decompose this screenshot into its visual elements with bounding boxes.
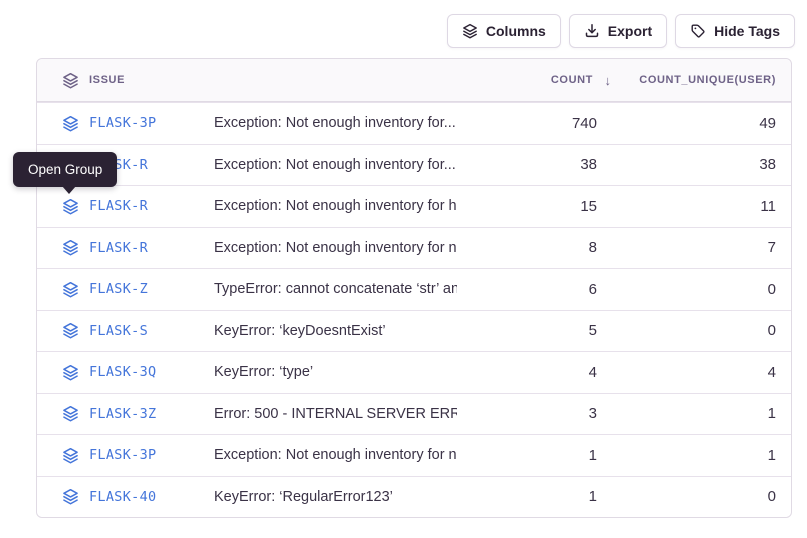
- issue-link[interactable]: FLASK-3Z: [89, 406, 156, 422]
- stack-icon[interactable]: [61, 405, 79, 423]
- issue-link[interactable]: FLASK-R: [89, 240, 148, 256]
- columns-button-label: Columns: [486, 23, 546, 39]
- issue-title: Exception: Not enough inventory for...: [214, 115, 457, 131]
- count-unique-value: 0: [597, 488, 791, 505]
- issue-link[interactable]: FLASK-Z: [89, 281, 148, 297]
- hide-tags-button[interactable]: Hide Tags: [675, 14, 795, 48]
- stack-icon[interactable]: [61, 197, 79, 215]
- issue-link[interactable]: FLASK-3P: [89, 447, 156, 463]
- count-value: 4: [457, 364, 597, 381]
- export-button[interactable]: Export: [569, 14, 667, 48]
- issue-link[interactable]: FLASK-3Q: [89, 364, 156, 380]
- count-unique-value: 0: [597, 322, 791, 339]
- issue-header-label: ISSUE: [89, 74, 125, 86]
- issue-link[interactable]: FLASK-R: [89, 198, 148, 214]
- stack-icon[interactable]: [61, 322, 79, 340]
- issue-link[interactable]: FLASK-3P: [89, 115, 156, 131]
- table-row: FLASK-R Exception: Not enough inventory …: [37, 185, 791, 227]
- table-row: FLASK-3P Exception: Not enough inventory…: [37, 102, 791, 144]
- discover-results-page: Columns Export Hide Tags ISSUE COUNT ↓ C…: [0, 0, 807, 538]
- table-header: ISSUE COUNT ↓ COUNT_UNIQUE(USER): [37, 59, 791, 102]
- table-row: FLASK-R Exception: Not enough inventory …: [37, 227, 791, 269]
- issue-link[interactable]: FLASK-40: [89, 489, 156, 505]
- table-row: FLASK-3Z Error: 500 - INTERNAL SERVER ER…: [37, 393, 791, 435]
- count-value: 740: [457, 115, 597, 132]
- table-row: FLASK-S KeyError: ‘keyDoesntExist’ 5 0: [37, 310, 791, 352]
- count-unique-value: 38: [597, 156, 791, 173]
- toolbar: Columns Export Hide Tags: [447, 14, 795, 48]
- open-group-tooltip: Open Group: [13, 152, 117, 187]
- count-value: 15: [457, 198, 597, 215]
- count-unique-value: 0: [597, 281, 791, 298]
- table-row: FLASK-3P Exception: Not enough inventory…: [37, 434, 791, 476]
- count-value: 1: [457, 447, 597, 464]
- count-value: 6: [457, 281, 597, 298]
- tooltip-label: Open Group: [28, 162, 102, 177]
- results-table: ISSUE COUNT ↓ COUNT_UNIQUE(USER) FLASK-3…: [36, 58, 792, 518]
- count-unique-value: 7: [597, 239, 791, 256]
- stack-icon: [462, 23, 478, 39]
- issue-link[interactable]: FLASK-S: [89, 323, 148, 339]
- issue-column-header[interactable]: ISSUE: [37, 71, 214, 89]
- stack-icon[interactable]: [61, 114, 79, 132]
- table-row: FLASK-3Q KeyError: ‘type’ 4 4: [37, 351, 791, 393]
- issue-title: Exception: Not enough inventory for n...: [214, 240, 457, 256]
- stack-icon[interactable]: [61, 488, 79, 506]
- count-unique-column-header[interactable]: COUNT_UNIQUE(USER): [597, 74, 791, 86]
- stack-icon[interactable]: [61, 446, 79, 464]
- table-row: FLASK-R Exception: Not enough inventory …: [37, 144, 791, 186]
- count-value: 8: [457, 239, 597, 256]
- table-row: FLASK-40 KeyError: ‘RegularError123’ 1 0: [37, 476, 791, 518]
- count-column-header[interactable]: COUNT ↓: [457, 73, 597, 88]
- issue-title: KeyError: ‘type’: [214, 364, 457, 380]
- issue-title: KeyError: ‘RegularError123’: [214, 489, 457, 505]
- count-header-label: COUNT: [551, 74, 593, 86]
- issue-title: Exception: Not enough inventory for n...: [214, 447, 457, 463]
- count-value: 5: [457, 322, 597, 339]
- count-value: 38: [457, 156, 597, 173]
- issue-title: KeyError: ‘keyDoesntExist’: [214, 323, 457, 339]
- count-unique-value: 4: [597, 364, 791, 381]
- issue-title: Error: 500 - INTERNAL SERVER ERROR: [214, 406, 457, 422]
- stack-icon[interactable]: [61, 239, 79, 257]
- count-value: 1: [457, 488, 597, 505]
- issue-title: Exception: Not enough inventory for h...: [214, 198, 457, 214]
- issue-title: Exception: Not enough inventory for...: [214, 157, 457, 173]
- issue-title: TypeError: cannot concatenate ‘str’ an..…: [214, 281, 457, 297]
- count-unique-value: 11: [597, 198, 791, 215]
- columns-button[interactable]: Columns: [447, 14, 561, 48]
- tooltip-caret: [62, 186, 76, 194]
- hide-tags-button-label: Hide Tags: [714, 23, 780, 39]
- export-button-label: Export: [608, 23, 652, 39]
- stack-icon[interactable]: [61, 280, 79, 298]
- stack-icon[interactable]: [61, 363, 79, 381]
- count-unique-value: 49: [597, 115, 791, 132]
- count-unique-header-label: COUNT_UNIQUE(USER): [639, 74, 776, 86]
- count-unique-value: 1: [597, 447, 791, 464]
- count-value: 3: [457, 405, 597, 422]
- count-unique-value: 1: [597, 405, 791, 422]
- download-icon: [584, 23, 600, 39]
- stack-icon: [61, 71, 79, 89]
- tag-icon: [690, 23, 706, 39]
- table-row: FLASK-Z TypeError: cannot concatenate ‘s…: [37, 268, 791, 310]
